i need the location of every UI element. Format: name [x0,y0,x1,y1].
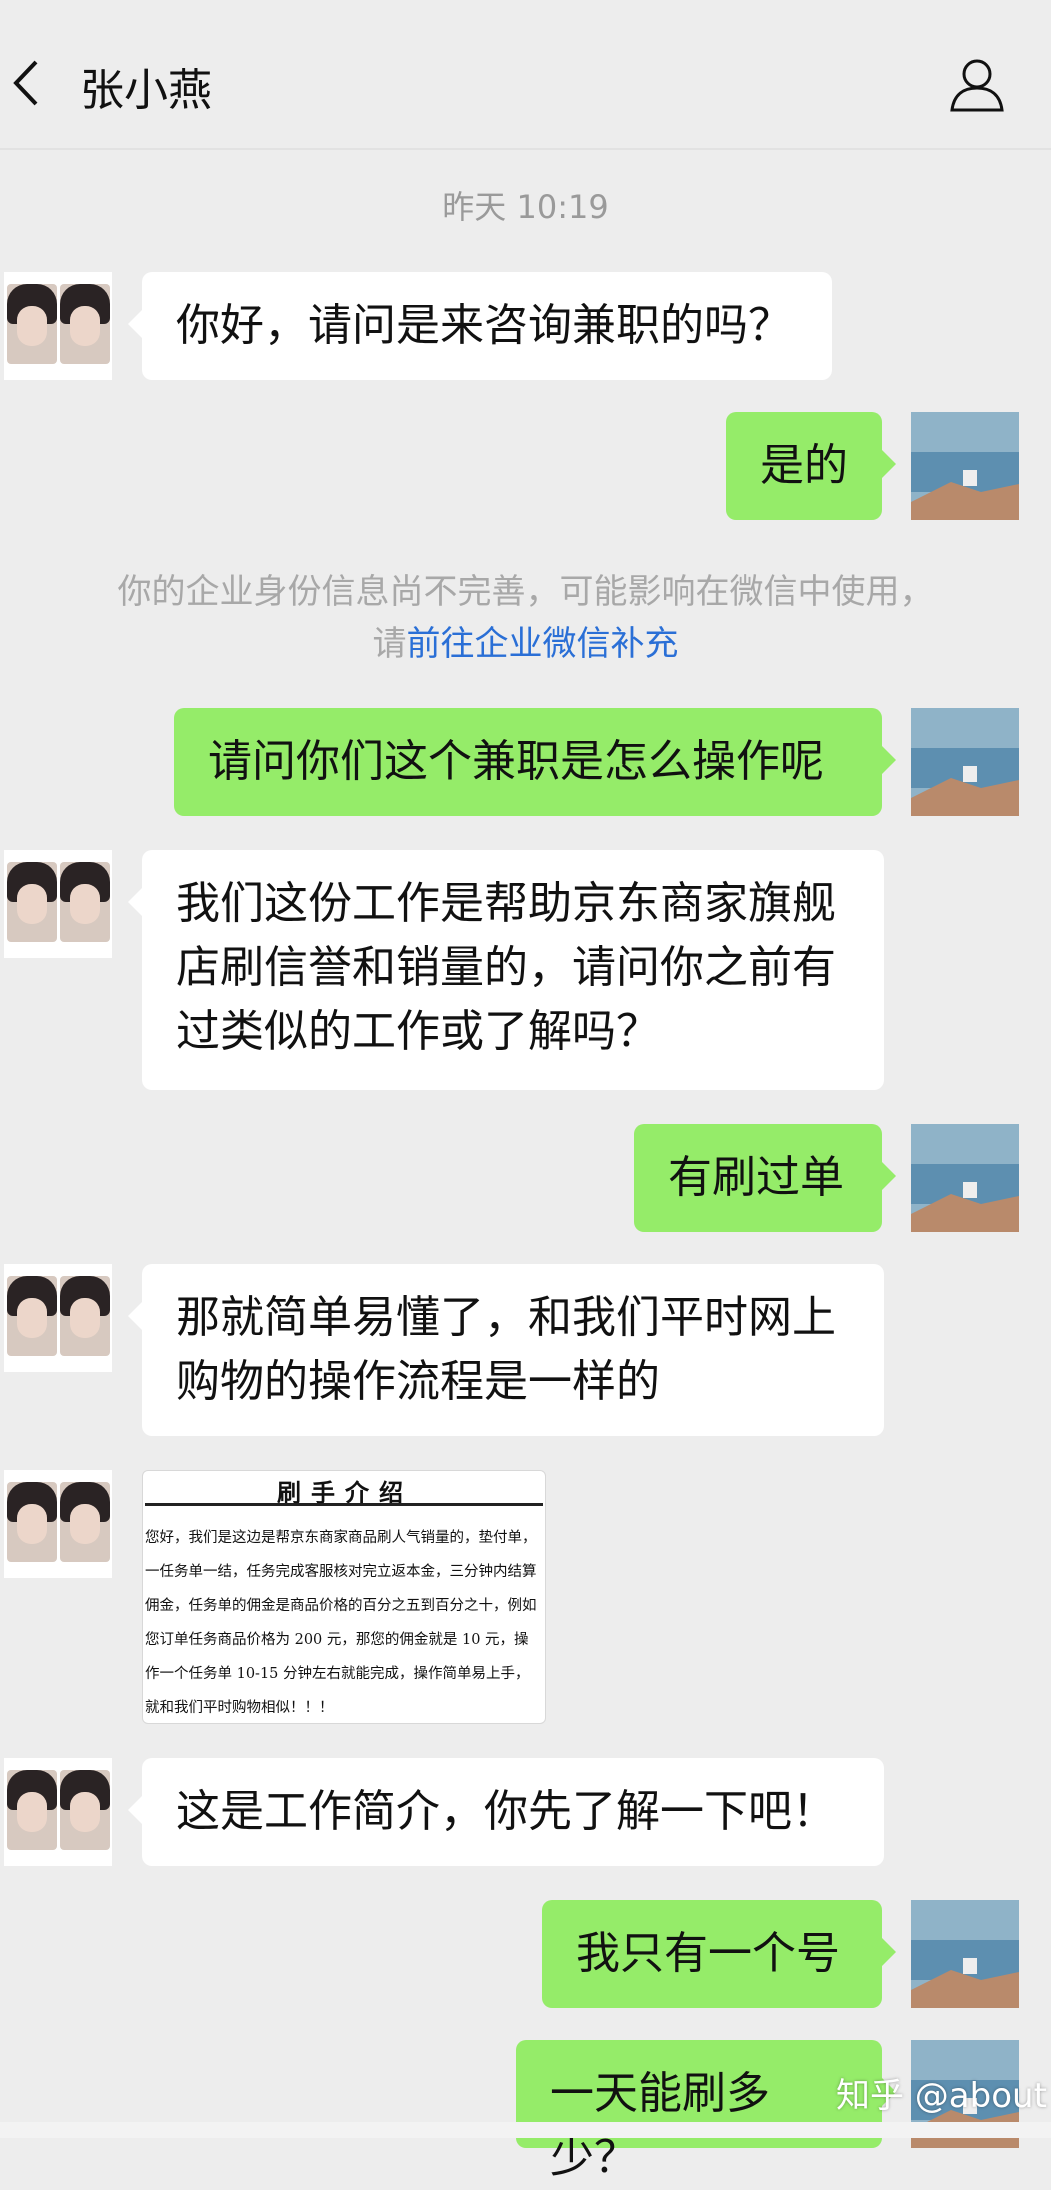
image-divider [145,1503,543,1506]
contact-avatar[interactable] [4,272,112,380]
watermark: 知乎 @about [836,2076,1047,2116]
contact-avatar[interactable] [4,850,112,958]
notice-link[interactable]: 前往企业微信补充 [407,624,679,664]
contact-name: 张小燕 [80,65,212,116]
sent-message[interactable]: 有刷过单 [634,1124,896,1232]
profile-icon[interactable] [948,56,1006,114]
notice-prefix: 请 [372,624,407,664]
bottom-edge [0,2122,1051,2138]
sent-message[interactable]: 我只有一个号 [542,1900,896,2008]
received-message[interactable]: 这是工作简介，你先了解一下吧！ [128,1758,884,1866]
user-avatar[interactable] [911,1124,1019,1232]
contact-avatar[interactable] [4,1264,112,1372]
sent-message[interactable]: 是的 [726,412,896,520]
notice-line1: 你的企业身份信息尚不完善，可能影响在微信中使用， [117,572,934,612]
system-notice: 你的企业身份信息尚不完善，可能影响在微信中使用， 请前往企业微信补充 [40,566,1011,670]
user-avatar[interactable] [911,1900,1019,2008]
user-avatar[interactable] [911,412,1019,520]
sent-message[interactable]: 请问你们这个兼职是怎么操作呢 [174,708,896,816]
contact-avatar[interactable] [4,1470,112,1578]
contact-avatar[interactable] [4,1758,112,1866]
image-text: 您好，我们是这边是帮京东商家商品刷人气销量的，垫付单，一任务单一结，任务完成客服… [145,1530,537,1716]
back-arrow-icon[interactable] [12,58,42,108]
message-timestamp: 昨天 10:19 [442,188,609,226]
received-message[interactable]: 那就简单易懂了，和我们平时网上购物的操作流程是一样的 [128,1264,884,1436]
received-message[interactable]: 我们这份工作是帮助京东商家旗舰店刷信誉和销量的，请问你之前有过类似的工作或了解吗… [128,850,884,1090]
user-avatar[interactable] [911,708,1019,816]
chat-header: 张小燕 [0,0,1051,150]
image-message[interactable]: 刷手介绍 您好，我们是这边是帮京东商家商品刷人气销量的，垫付单，一任务单一结，任… [142,1470,546,1724]
received-message[interactable]: 你好，请问是来咨询兼职的吗？ [128,272,832,380]
